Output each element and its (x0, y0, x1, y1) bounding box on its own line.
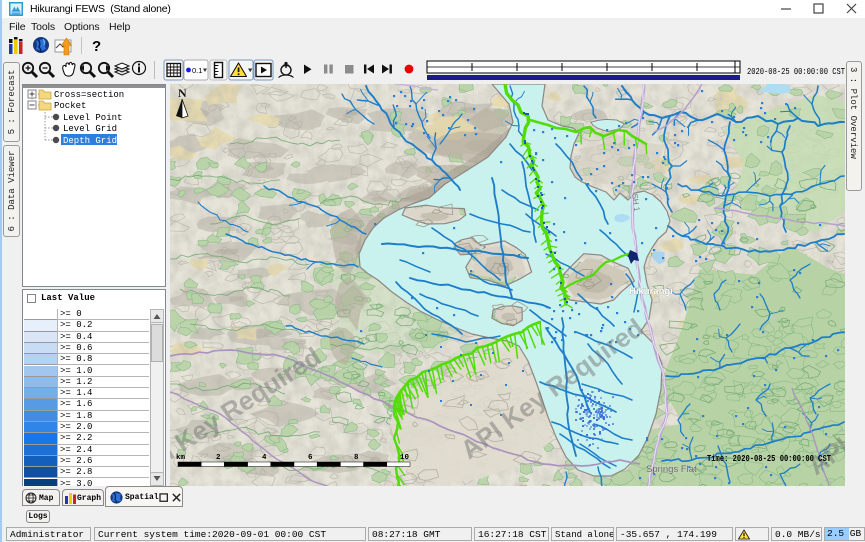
svg-text:6: 6 (308, 454, 313, 462)
svg-text:2020-08-25 00:00:00 CST: 2020-08-25 00:00:00 CST (747, 67, 845, 77)
svg-text:Time: 2020-08-25 00:00:00 CST: Time: 2020-08-25 00:00:00 CST (707, 454, 832, 464)
svg-text:8: 8 (354, 454, 359, 462)
svg-text:Level Point: Level Point (63, 113, 122, 123)
svg-text:Cross=section: Cross=section (54, 90, 124, 100)
svg-text:?: ? (92, 38, 101, 55)
svg-text:Level Grid: Level Grid (63, 124, 117, 134)
svg-text:0.1: 0.1 (192, 66, 202, 75)
svg-text:10: 10 (400, 454, 410, 462)
svg-text:2: 2 (216, 454, 221, 462)
svg-text:Pocket: Pocket (54, 101, 86, 111)
svg-text:Springs Flat: Springs Flat (646, 464, 697, 475)
svg-text:km: km (176, 454, 186, 462)
svg-text:Depth Grid: Depth Grid (63, 136, 117, 146)
svg-text:4: 4 (262, 454, 267, 462)
svg-text:Hikurangi: Hikurangi (629, 286, 673, 297)
svg-text:N: N (178, 86, 187, 100)
